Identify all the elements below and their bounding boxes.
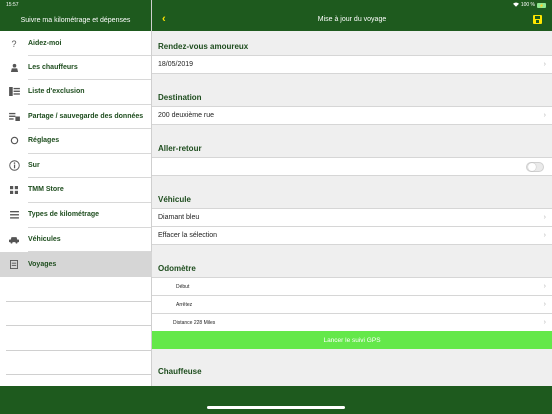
section-round-trip-title: Aller-retour [158,144,202,153]
sidebar-item-label: Réglages [28,137,60,144]
sidebar-item-label: Sur [28,162,40,169]
sidebar: Suivre ma kilométrage et dépenses ? Aide… [0,0,152,414]
chevron-right-icon: › [543,61,546,68]
sidebar-footer [0,386,152,414]
sidebar-item-label: Véhicules [28,236,61,243]
date-value: 18/05/2019 [158,61,194,68]
main-footer [152,386,552,414]
round-trip-row [152,157,552,176]
sidebar-item-share-backup[interactable]: Partage / sauvegarde des données [0,104,152,129]
sidebar-item-label: TMM Store [28,186,64,193]
sidebar-item-settings[interactable]: Réglages [0,128,152,153]
vehicle-value: Diamant bleu [158,214,200,221]
date-row[interactable]: 18/05/2019 › [152,55,552,74]
vehicle-row[interactable]: Diamant bleu › [152,208,552,227]
sidebar-item-label: Les chauffeurs [28,64,78,71]
car-icon [0,236,28,244]
sidebar-item-mileage-types[interactable]: Types de kilométrage [0,202,152,227]
exclusion-list-icon [0,87,28,96]
clear-selection-label: Effacer la sélection [158,232,218,239]
battery-percent: 100 % [520,2,536,8]
driver-icon [0,63,28,72]
mileage-types-icon [0,210,28,219]
chevron-right-icon: › [543,319,546,326]
section-destination-title: Destination [158,93,202,102]
start-gps-button[interactable]: Lancer le suivi GPS [152,331,552,349]
home-indicator [207,406,345,409]
page-title: Mise à jour du voyage [317,16,387,23]
section-date-title: Rendez-vous amoureux [158,42,249,51]
destination-value: 200 deuxième rue [158,112,215,119]
odometer-start-row[interactable]: Début › [152,277,552,296]
chevron-right-icon: › [543,301,546,308]
sidebar-item-label: Liste d'exclusion [28,88,85,95]
help-icon: ? [11,38,17,49]
wifi-icon [512,2,519,9]
odometer-distance-label: Distance 228 Miles [173,319,216,326]
chevron-right-icon: › [543,112,546,119]
status-time: 15:57 [6,2,19,8]
chevron-right-icon: › [543,283,546,290]
sidebar-item-label: Types de kilométrage [28,211,100,218]
destination-row[interactable]: 200 deuxième rue › [152,106,552,125]
sidebar-item-vehicles[interactable]: Véhicules [0,227,152,252]
odometer-start-label: Début [176,283,190,290]
sidebar-item-label: Partage / sauvegarde des données [28,113,144,120]
sidebar-item-label: Aidez-moi [28,40,62,47]
save-icon[interactable] [533,15,542,24]
sidebar-item-store[interactable]: TMM Store [0,177,152,202]
odometer-distance-row[interactable]: Distance 228 Miles › [152,313,552,332]
sidebar-item-exclusion-list[interactable]: Liste d'exclusion [0,79,152,104]
odometer-stop-row[interactable]: Arrêtez › [152,295,552,314]
info-icon [0,160,28,171]
sidebar-title: Suivre ma kilométrage et dépenses [20,17,131,24]
section-vehicle-title: Véhicule [158,195,191,204]
sidebar-item-label: Voyages [28,261,57,268]
round-trip-toggle[interactable] [526,161,544,172]
chevron-right-icon: › [543,232,546,239]
settings-icon [0,136,28,145]
sidebar-item-drivers[interactable]: Les chauffeurs [0,55,152,80]
sidebar-item-about[interactable]: Sur [0,153,152,178]
store-icon [0,185,28,194]
section-odometer-title: Odomètre [158,264,196,273]
start-gps-label: Lancer le suivi GPS [323,336,381,344]
clear-selection-row[interactable]: Effacer la sélection › [152,226,552,245]
sidebar-item-trips[interactable]: Voyages [0,252,152,277]
sidebar-item-help[interactable]: ? Aidez-moi [0,31,152,56]
battery-icon: ⚡ [537,2,546,8]
trips-icon [0,260,28,269]
status-bar: 15:57 100 % ⚡ [0,0,552,9]
main-panel: ‹ Mise à jour du voyage Rendez-vous amou… [152,0,552,414]
chevron-right-icon: › [543,214,546,221]
share-backup-icon [0,112,28,121]
section-driver-title: Chauffeuse [158,367,202,376]
odometer-stop-label: Arrêtez [176,301,193,308]
